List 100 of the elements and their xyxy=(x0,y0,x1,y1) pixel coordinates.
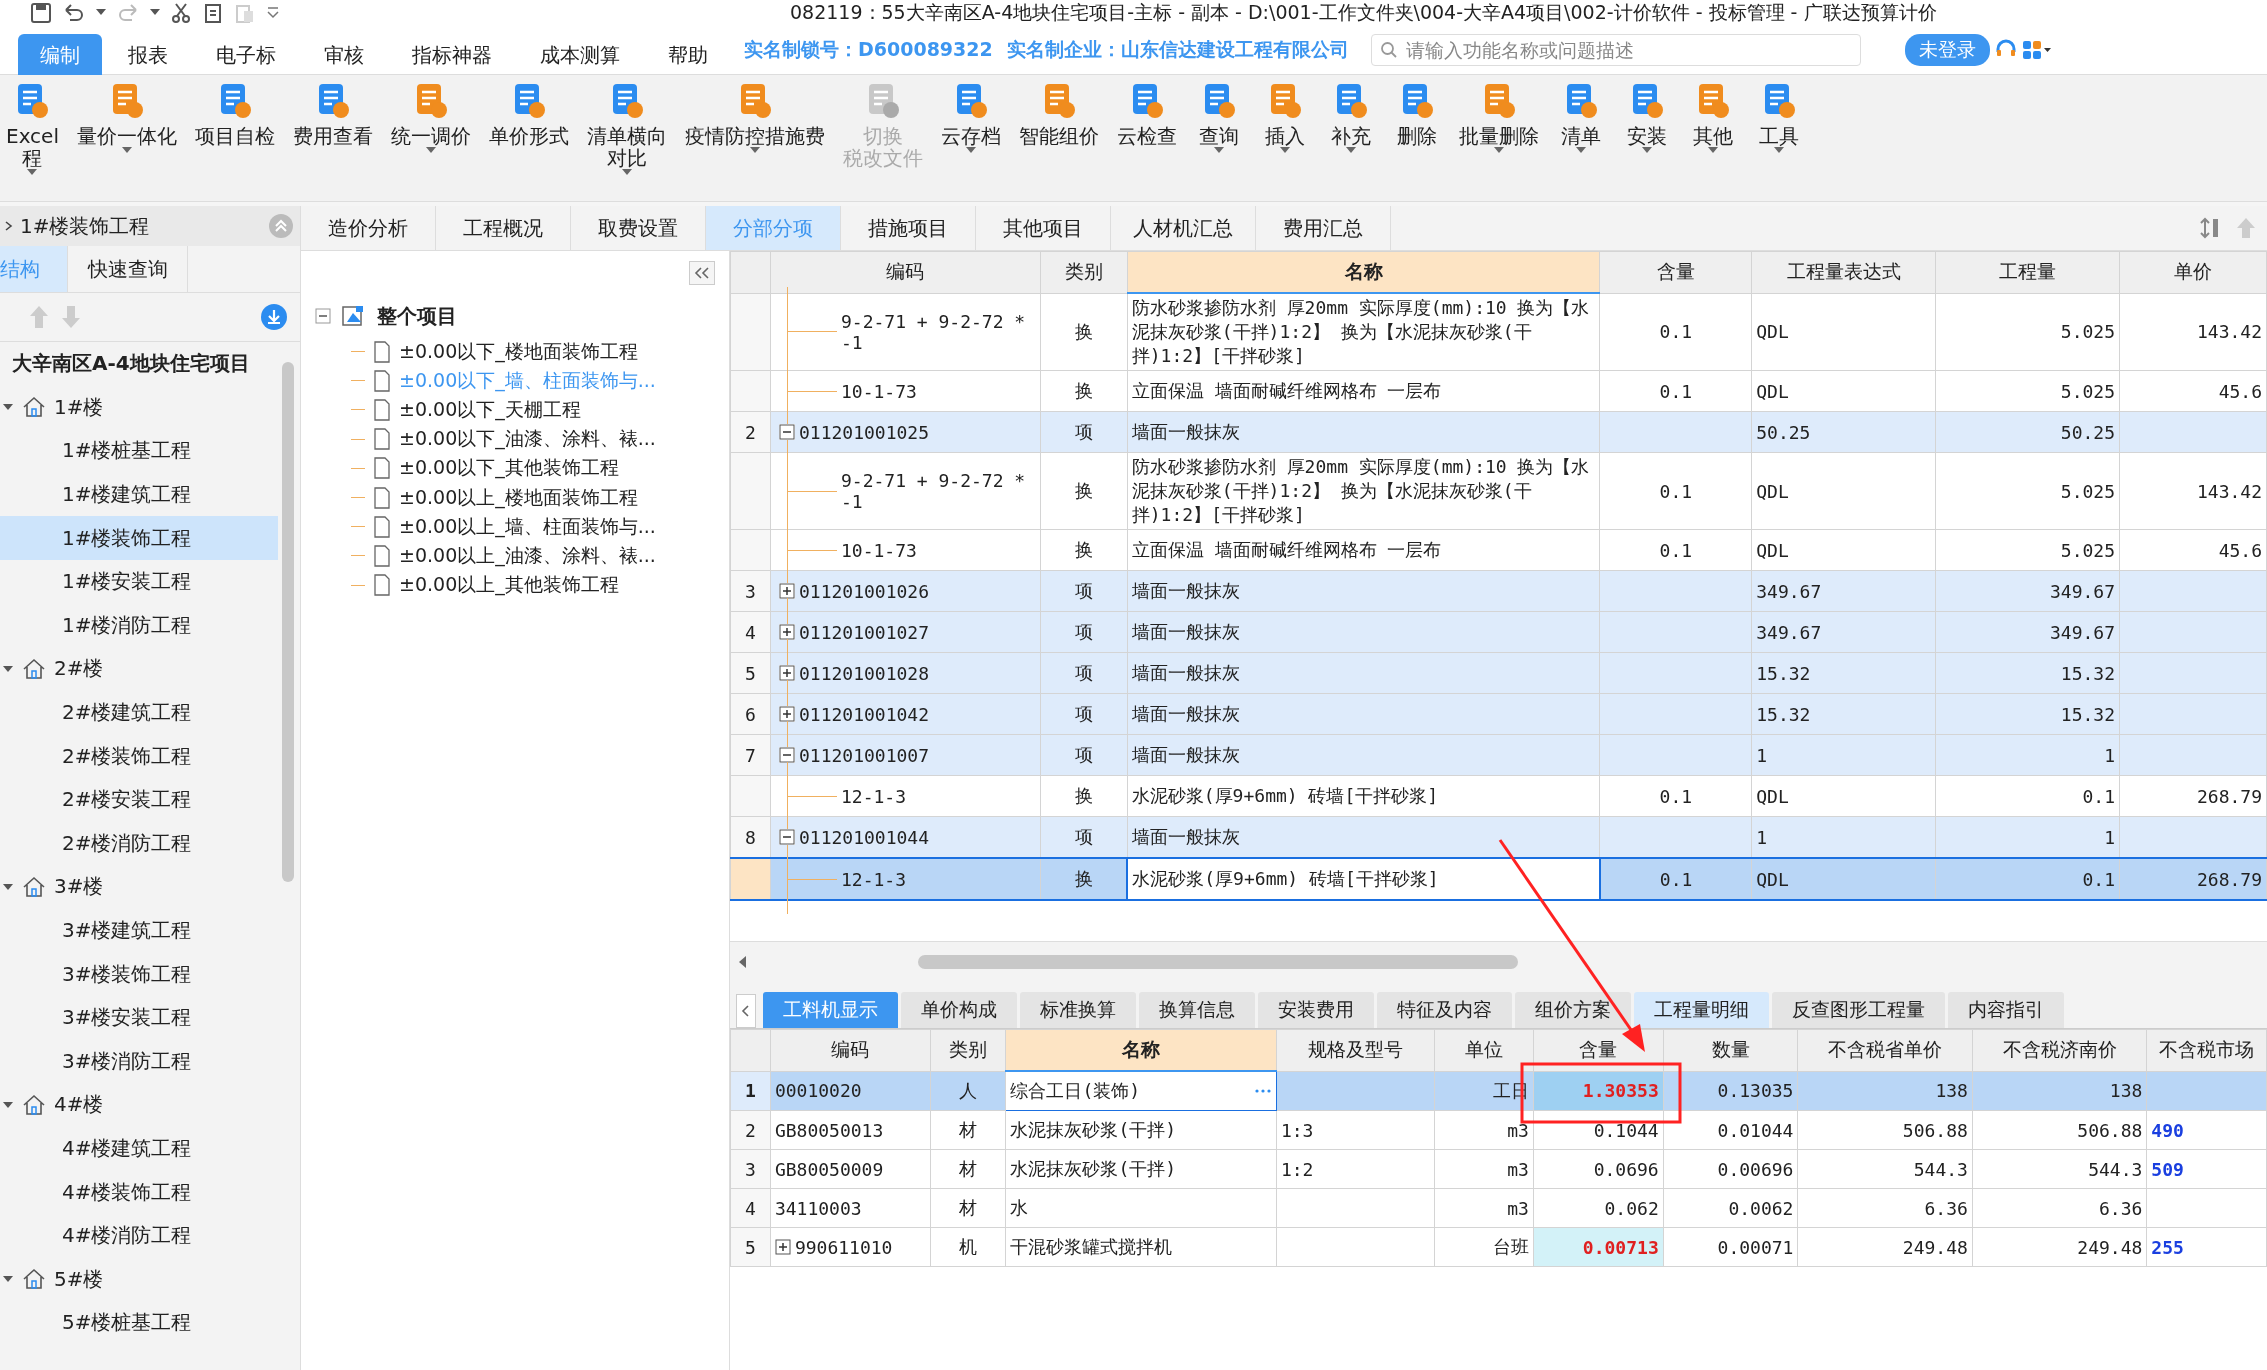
column-header[interactable]: 名称 xyxy=(1127,251,1600,293)
tree-item[interactable]: 3#楼 xyxy=(54,873,104,901)
sort-icon[interactable] xyxy=(2199,216,2221,240)
toolbar-button[interactable]: 云检查 xyxy=(1111,75,1183,147)
tree-item[interactable]: ±0.00以下_天棚工程 xyxy=(399,396,581,423)
menu-tab[interactable]: 指标神器 xyxy=(390,33,514,77)
column-header[interactable]: 不含税济南价 xyxy=(1972,1029,2147,1071)
tree-item[interactable]: 5#楼桩基工程 xyxy=(62,1309,192,1337)
tree-item[interactable]: 1#楼安装工程 xyxy=(62,568,192,596)
tree-item[interactable]: ±0.00以上_油漆、涂料、裱... xyxy=(399,542,656,569)
tree-item[interactable]: 3#楼消防工程 xyxy=(62,1047,192,1075)
tree-item[interactable]: 1#楼 xyxy=(54,393,104,421)
expand-icon[interactable] xyxy=(778,424,795,440)
expand-icon[interactable] xyxy=(778,583,795,599)
tree-item[interactable]: 2#楼装饰工程 xyxy=(62,742,192,770)
menu-tab[interactable]: 电子标 xyxy=(194,33,298,77)
toolbar-button[interactable]: 补充 xyxy=(1321,75,1381,153)
toolbar-button[interactable]: 疫情防控措施费 xyxy=(679,75,831,153)
expand-icon[interactable] xyxy=(778,624,795,640)
toolbar-button[interactable]: 清单 xyxy=(1551,75,1611,153)
tree-item[interactable]: 2#楼安装工程 xyxy=(62,786,192,814)
tree-item[interactable]: 4#楼装饰工程 xyxy=(62,1178,192,1206)
tree-item[interactable]: 4#楼 xyxy=(54,1091,104,1119)
column-header[interactable]: 数量 xyxy=(1663,1029,1798,1071)
toolbar-button[interactable]: 工具 xyxy=(1749,75,1809,153)
tree-item[interactable]: 2#楼 xyxy=(54,655,104,683)
detail-tab[interactable]: 组价方案 xyxy=(1515,992,1631,1028)
column-header[interactable]: 类别 xyxy=(930,1029,1006,1071)
caret-icon[interactable] xyxy=(96,9,106,17)
collapse-icon[interactable] xyxy=(315,308,331,324)
dropdown-icon[interactable] xyxy=(266,6,280,20)
toolbar-button[interactable]: 查询 xyxy=(1189,75,1249,153)
grid-icon[interactable] xyxy=(2021,39,2052,61)
tree-item[interactable]: ±0.00以上_楼地面装饰工程 xyxy=(399,484,638,511)
detail-tab[interactable]: 标准换算 xyxy=(1020,992,1136,1028)
column-header[interactable]: 编码 xyxy=(770,1029,931,1071)
menu-tab[interactable]: 帮助 xyxy=(646,33,730,77)
column-header[interactable]: 含量 xyxy=(1599,251,1752,293)
detail-tab[interactable]: 换算信息 xyxy=(1139,992,1255,1028)
toolbar-button[interactable]: Excel 程 xyxy=(0,75,65,175)
column-header[interactable]: 类别 xyxy=(1040,251,1128,293)
more-icon[interactable] xyxy=(1253,1088,1272,1094)
tree-item[interactable]: 4#楼消防工程 xyxy=(62,1222,192,1250)
toolbar-button[interactable]: 单价形式 xyxy=(483,75,575,147)
download-icon[interactable] xyxy=(260,303,288,331)
toolbar-button[interactable]: 智能组价 xyxy=(1013,75,1105,147)
tree-item[interactable]: 4#楼建筑工程 xyxy=(62,1135,192,1162)
scrollbar-thumb[interactable] xyxy=(918,955,1518,969)
tree-item[interactable]: 5#楼 xyxy=(54,1265,104,1293)
detail-tab[interactable]: 内容指引 xyxy=(1948,992,2064,1028)
tree-item[interactable]: ±0.00以下_油漆、涂料、裱... xyxy=(399,426,656,453)
tree-item[interactable]: 3#楼装饰工程 xyxy=(62,960,192,988)
tree-item[interactable]: 3#楼建筑工程 xyxy=(62,917,192,944)
copy-icon[interactable] xyxy=(202,2,224,24)
detail-tab[interactable]: 安装费用 xyxy=(1258,992,1374,1028)
column-header[interactable]: 名称 xyxy=(1005,1029,1277,1071)
tree-item[interactable]: 2#楼消防工程 xyxy=(62,829,192,857)
tree-item[interactable]: 1#楼建筑工程 xyxy=(62,481,192,509)
tree-item[interactable]: 1#楼消防工程 xyxy=(62,611,192,639)
scrollbar-thumb[interactable] xyxy=(282,362,294,882)
cut-icon[interactable] xyxy=(170,2,192,24)
column-header[interactable]: 不含税省单价 xyxy=(1797,1029,1973,1071)
toolbar-button[interactable]: 批量删除 xyxy=(1453,75,1545,153)
toolbar-button[interactable]: 统一调价 xyxy=(385,75,477,153)
tree-item[interactable]: ±0.00以上_墙、柱面装饰与... xyxy=(399,513,656,540)
expand-icon[interactable] xyxy=(778,665,795,681)
tree-item[interactable]: ±0.00以下_楼地面装饰工程 xyxy=(399,338,638,365)
toolbar-button[interactable]: 费用查看 xyxy=(287,75,379,147)
menu-tab[interactable]: 审核 xyxy=(302,33,386,77)
undo-icon[interactable] xyxy=(62,2,86,24)
tree-item[interactable]: 1#楼桩基工程 xyxy=(62,437,192,465)
toolbar-button[interactable]: 云存档 xyxy=(935,75,1007,153)
menu-tab[interactable]: 成本测算 xyxy=(518,33,642,77)
detail-tab[interactable]: 工程量明细 xyxy=(1634,992,1769,1028)
tree-item[interactable]: 2#楼建筑工程 xyxy=(62,699,192,727)
tree-item[interactable]: ±0.00以下_其他装饰工程 xyxy=(399,455,619,482)
toolbar-button[interactable]: 插入 xyxy=(1255,75,1315,153)
column-header[interactable]: 工程量表达式 xyxy=(1751,251,1936,293)
detail-tab[interactable]: 特征及内容 xyxy=(1377,992,1512,1028)
column-header[interactable]: 工程量 xyxy=(1935,251,2120,293)
column-header[interactable]: 规格及型号 xyxy=(1276,1029,1435,1071)
tree-item[interactable]: ±0.00以上_其他装饰工程 xyxy=(399,572,619,599)
toolbar-button[interactable]: 其他 xyxy=(1683,75,1743,153)
detail-tab[interactable]: 单价构成 xyxy=(901,992,1017,1028)
scroll-left-icon[interactable] xyxy=(738,956,748,968)
tree-item[interactable]: 大辛南区A-4地块住宅项目 xyxy=(12,350,250,378)
expand-icon[interactable] xyxy=(778,747,795,763)
toolbar-button[interactable]: 安装 xyxy=(1617,75,1677,153)
search-field[interactable]: 请输入功能名称或问题描述 xyxy=(1370,34,1861,66)
expand-icon[interactable] xyxy=(774,1239,791,1255)
toolbar-button[interactable]: 量价一体化 xyxy=(71,75,183,153)
expand-icon[interactable] xyxy=(778,706,795,722)
caret-icon[interactable] xyxy=(150,9,160,17)
tree-item[interactable]: 整个项目 xyxy=(377,302,457,330)
collapse-button[interactable] xyxy=(689,261,715,285)
toolbar-button[interactable]: 删除 xyxy=(1387,75,1447,147)
save-icon[interactable] xyxy=(30,2,52,24)
column-header[interactable]: 编码 xyxy=(770,251,1041,293)
previous-button[interactable] xyxy=(736,994,756,1028)
toolbar-button[interactable]: 清单横向 对比 xyxy=(581,75,673,175)
